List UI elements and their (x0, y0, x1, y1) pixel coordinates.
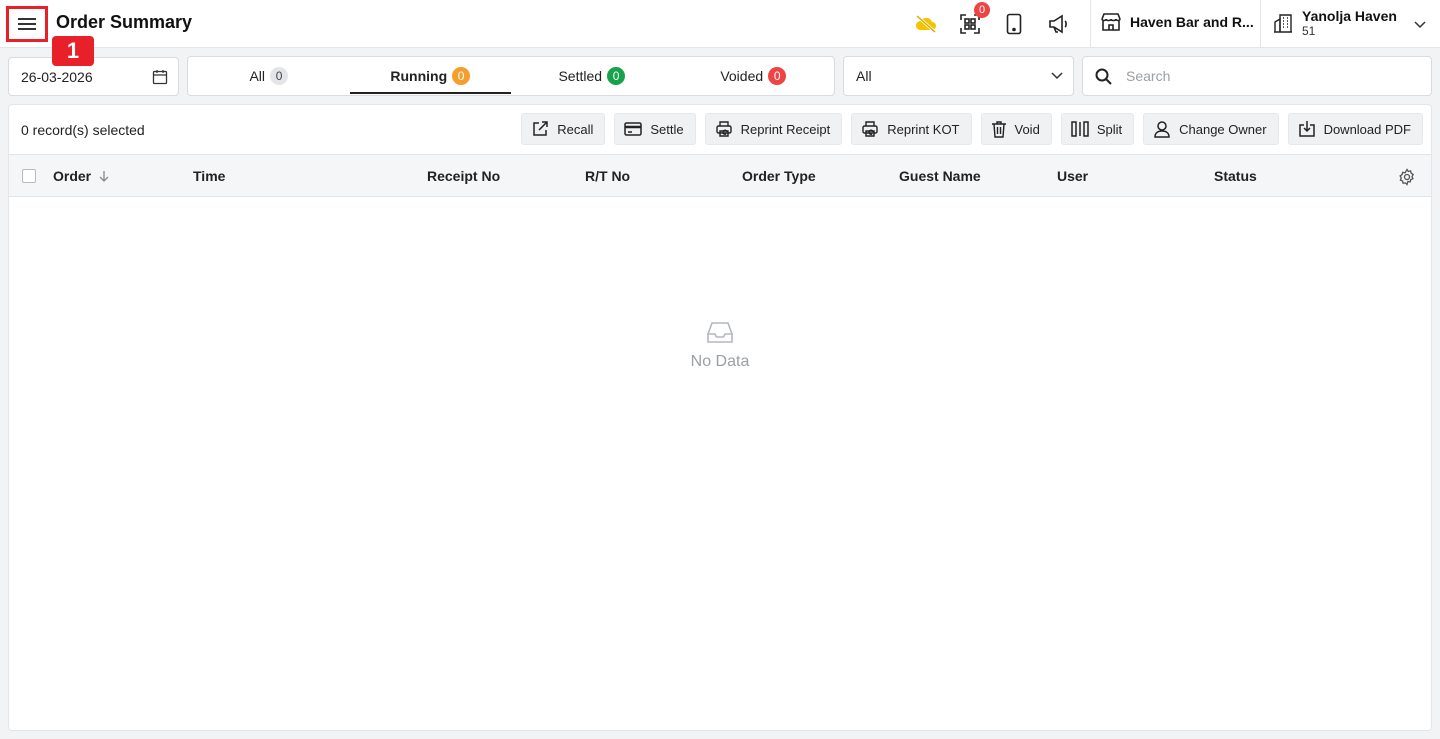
void-button[interactable]: Void (980, 113, 1052, 145)
button-label: Reprint KOT (887, 121, 960, 137)
inbox-icon (707, 322, 733, 343)
gear-icon[interactable] (1398, 168, 1416, 191)
reprint-kot-button[interactable]: Reprint KOT (851, 113, 972, 145)
tab-voided[interactable]: Voided 0 (673, 57, 835, 95)
button-label: Recall (557, 121, 594, 137)
top-header: Order Summary 0 Haven Bar and R... Yanol… (0, 0, 1440, 48)
table-header: Order Time Receipt No R/T No Order Type … (9, 154, 1431, 197)
tab-label: All (249, 68, 266, 84)
calendar-icon (152, 69, 168, 84)
date-value: 26-03-2026 (21, 68, 93, 85)
column-header-guest-name: Guest Name (899, 168, 981, 184)
selection-count: 0 record(s) selected (21, 122, 145, 138)
select-all-checkbox[interactable] (22, 169, 36, 183)
select-value: All (856, 68, 872, 84)
column-header-status: Status (1214, 168, 1257, 184)
orders-panel: 0 record(s) selected Recall Settle Repri… (8, 104, 1432, 731)
split-icon (1071, 121, 1089, 137)
column-header-rt-no: R/T No (585, 168, 631, 184)
column-header-order-type: Order Type (742, 168, 816, 184)
column-header-order[interactable]: Order (53, 168, 109, 184)
qr-scan-icon[interactable]: 0 (956, 2, 990, 38)
printer-refresh-icon (862, 121, 878, 137)
status-tabs: All 0 Running 0 Settled 0 Voided 0 (187, 56, 835, 96)
action-toolbar: 0 record(s) selected Recall Settle Repri… (9, 105, 1431, 155)
count-badge: 0 (768, 67, 787, 85)
card-icon (624, 122, 643, 136)
outlet-name: Haven Bar and R... (1130, 14, 1254, 30)
reprint-receipt-button[interactable]: Reprint Receipt (704, 113, 843, 145)
action-buttons: Recall Settle Reprint Receipt Reprint KO… (521, 113, 1423, 145)
download-pdf-button[interactable]: Download PDF (1287, 113, 1423, 145)
tab-label: Running (390, 68, 448, 84)
count-badge: 0 (452, 67, 471, 85)
tab-settled[interactable]: Settled 0 (511, 57, 673, 95)
tab-label: Settled (558, 68, 603, 84)
column-header-user: User (1057, 168, 1089, 184)
tab-label: Voided (720, 68, 764, 84)
building-icon (1274, 14, 1292, 33)
page-title: Order Summary (56, 12, 193, 32)
settle-button[interactable]: Settle (614, 113, 696, 145)
button-label: Split (1096, 121, 1123, 137)
button-label: Download PDF (1323, 121, 1411, 137)
property-number: 51 (1302, 24, 1316, 38)
property-selector[interactable]: Yanolja Haven 51 (1272, 8, 1397, 38)
store-icon (1101, 13, 1121, 31)
menu-icon (18, 15, 36, 33)
step-marker: 1 (52, 36, 94, 66)
sort-arrow-down-icon (99, 171, 109, 182)
change-owner-button[interactable]: Change Owner (1143, 113, 1279, 145)
column-header-receipt-no: Receipt No (427, 168, 501, 184)
trash-icon (991, 121, 1006, 138)
empty-state-text: No Data (690, 353, 750, 370)
column-label: Order (53, 168, 92, 184)
header-divider (1260, 0, 1261, 48)
chevron-down-icon[interactable] (1414, 16, 1426, 34)
count-badge: 0 (270, 67, 289, 85)
tab-all[interactable]: All 0 (188, 57, 350, 95)
tablet-icon[interactable] (1000, 10, 1028, 38)
user-icon (1154, 121, 1170, 138)
column-header-time: Time (193, 168, 226, 184)
count-badge: 0 (607, 67, 626, 85)
button-label: Change Owner (1179, 121, 1267, 137)
tab-running[interactable]: Running 0 (349, 57, 512, 95)
button-label: Void (1014, 121, 1040, 137)
empty-state: No Data (9, 321, 1431, 371)
menu-button[interactable] (6, 6, 48, 42)
search-icon (1095, 68, 1112, 85)
chevron-down-icon (1051, 72, 1063, 80)
megaphone-icon[interactable] (1044, 10, 1072, 38)
button-label: Settle (650, 121, 684, 137)
header-divider (1090, 0, 1091, 48)
cloud-off-icon[interactable] (912, 10, 940, 38)
filter-select[interactable]: All (843, 56, 1074, 96)
printer-refresh-icon (715, 121, 732, 137)
button-label: Reprint Receipt (740, 121, 831, 137)
external-link-icon (533, 121, 549, 136)
notification-badge: 0 (974, 2, 990, 18)
download-icon (1298, 121, 1315, 137)
search-input[interactable] (1126, 68, 1406, 84)
search-box (1082, 56, 1432, 96)
property-name: Yanolja Haven (1302, 8, 1397, 24)
split-button[interactable]: Split (1060, 113, 1135, 145)
recall-button[interactable]: Recall (521, 113, 606, 145)
outlet-selector[interactable]: Haven Bar and R... (1100, 12, 1254, 32)
